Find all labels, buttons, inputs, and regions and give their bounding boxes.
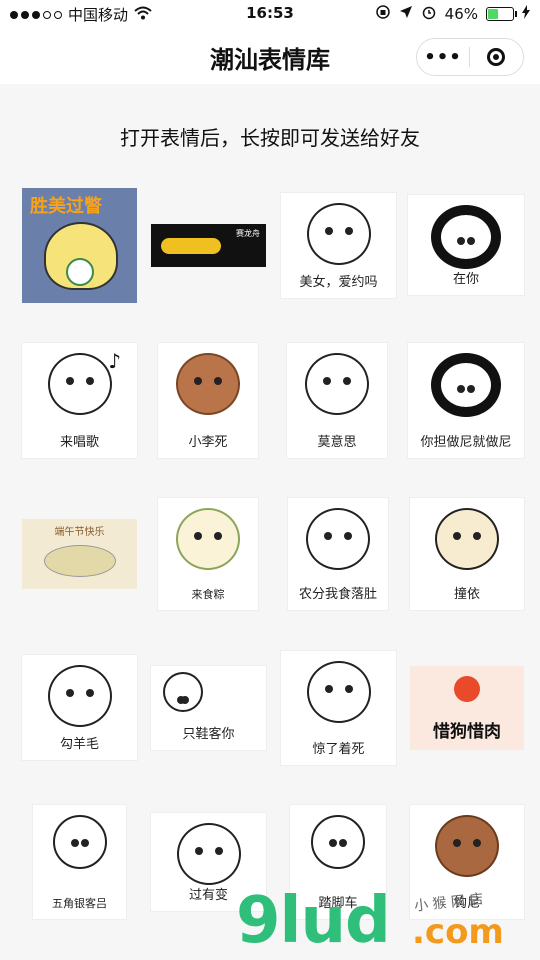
panda-face-icon xyxy=(431,205,501,269)
teddy-face-icon xyxy=(176,353,240,415)
status-right: 46% xyxy=(375,4,530,24)
watermark-domain: .com xyxy=(412,912,504,952)
sticker-item[interactable]: 胜美过瞥 xyxy=(22,188,137,303)
sticker-item[interactable]: 只鞋客你 xyxy=(151,666,266,750)
flower-bear-face-icon xyxy=(435,815,499,877)
knitting-face-icon xyxy=(47,665,112,727)
sticker-art-text: 端午节快乐 xyxy=(54,527,105,538)
sticker-caption: 美女，爱约吗 xyxy=(299,275,378,290)
lock-rotation-icon xyxy=(375,4,391,24)
sticker-item[interactable]: 五角银客吕 xyxy=(33,805,126,919)
sticker-item[interactable]: 来食粽 xyxy=(158,498,258,610)
zongzi-face-icon xyxy=(176,508,240,570)
charging-icon xyxy=(522,5,530,23)
sticker-item[interactable]: 你担做尼就做尼 xyxy=(408,343,524,458)
shy-face-icon xyxy=(305,353,369,415)
sticker-caption: 五角银客吕 xyxy=(52,897,107,910)
sticker-item[interactable]: 惜狗惜肉 xyxy=(410,666,524,750)
sticker-item[interactable]: 在你 xyxy=(408,195,524,295)
sticker-caption: 农分我食落肚 xyxy=(298,587,377,602)
zongzi-plate-illustration xyxy=(44,545,116,577)
radish-face-icon xyxy=(306,508,370,570)
sticker-caption: 莫意思 xyxy=(317,435,357,450)
food-badge-icon xyxy=(66,258,94,286)
sticker-item[interactable]: 撞依 xyxy=(410,498,524,610)
nav-bar: 潮汕表情库 ••• xyxy=(0,28,540,84)
panda-face-icon xyxy=(431,353,501,417)
shoe-throw-face-icon xyxy=(163,672,203,712)
sticker-caption: 勾羊毛 xyxy=(59,737,99,752)
more-options-button[interactable]: ••• xyxy=(417,47,469,68)
crying-bear-face-icon xyxy=(176,823,241,885)
dragon-boat-illustration xyxy=(161,238,221,254)
sticker-art-text: 赛龙舟 xyxy=(236,229,260,238)
sticker-item[interactable]: 莫意思 xyxy=(287,343,387,458)
close-mini-program-button[interactable] xyxy=(470,48,522,66)
bowl-icon xyxy=(454,676,480,702)
status-bar: 中国移动 16:53 46% xyxy=(0,0,540,28)
watermark-main: 9lud xyxy=(236,884,391,958)
sticker-item[interactable]: 勾羊毛 xyxy=(22,655,137,760)
sticker-item[interactable]: 赛龙舟 xyxy=(151,224,266,267)
sticker-caption: 只鞋客你 xyxy=(182,727,235,742)
battery-icon xyxy=(486,7,517,21)
sticker-caption: 撞依 xyxy=(453,587,480,602)
sticker-item[interactable]: 小李死 xyxy=(158,343,258,458)
sticker-caption: 小李死 xyxy=(188,435,228,450)
sticker-art-text: 惜狗惜肉 xyxy=(433,722,501,742)
sticker-item[interactable]: ♪ 来唱歌 xyxy=(22,343,137,458)
egg-face-icon xyxy=(435,508,499,570)
battery-percent: 46% xyxy=(444,5,478,23)
sticker-item[interactable]: 端午节快乐 xyxy=(22,519,137,589)
sticker-caption: 你担做尼就做尼 xyxy=(420,435,512,450)
sticker-caption: 惊了着死 xyxy=(312,742,365,757)
crying-face-icon xyxy=(306,661,371,723)
sticker-caption: 来食粽 xyxy=(191,588,225,601)
sticker-item[interactable]: 农分我食落肚 xyxy=(288,498,388,610)
bear-face-icon xyxy=(306,203,371,265)
instruction-text: 打开表情后，长按即可发送给好友 xyxy=(120,126,420,150)
sticker-item[interactable]: 惊了着死 xyxy=(281,651,396,765)
radish-face-icon xyxy=(52,815,107,869)
sticker-art-text: 胜美过瞥 xyxy=(30,196,102,217)
bicycle-face-icon xyxy=(311,815,365,869)
alarm-icon xyxy=(421,4,437,24)
sticker-item[interactable]: 美女，爱约吗 xyxy=(281,193,396,298)
target-circle-icon xyxy=(487,48,505,66)
sticker-caption: 在你 xyxy=(452,272,479,287)
mini-program-capsule: ••• xyxy=(416,38,524,76)
sticker-caption: 来唱歌 xyxy=(59,435,99,450)
singing-face-icon xyxy=(47,353,112,415)
watermark: 9lud 小 猴 网 店 .com xyxy=(236,884,526,960)
music-note-icon: ♪ xyxy=(108,349,121,373)
location-icon xyxy=(399,5,413,23)
